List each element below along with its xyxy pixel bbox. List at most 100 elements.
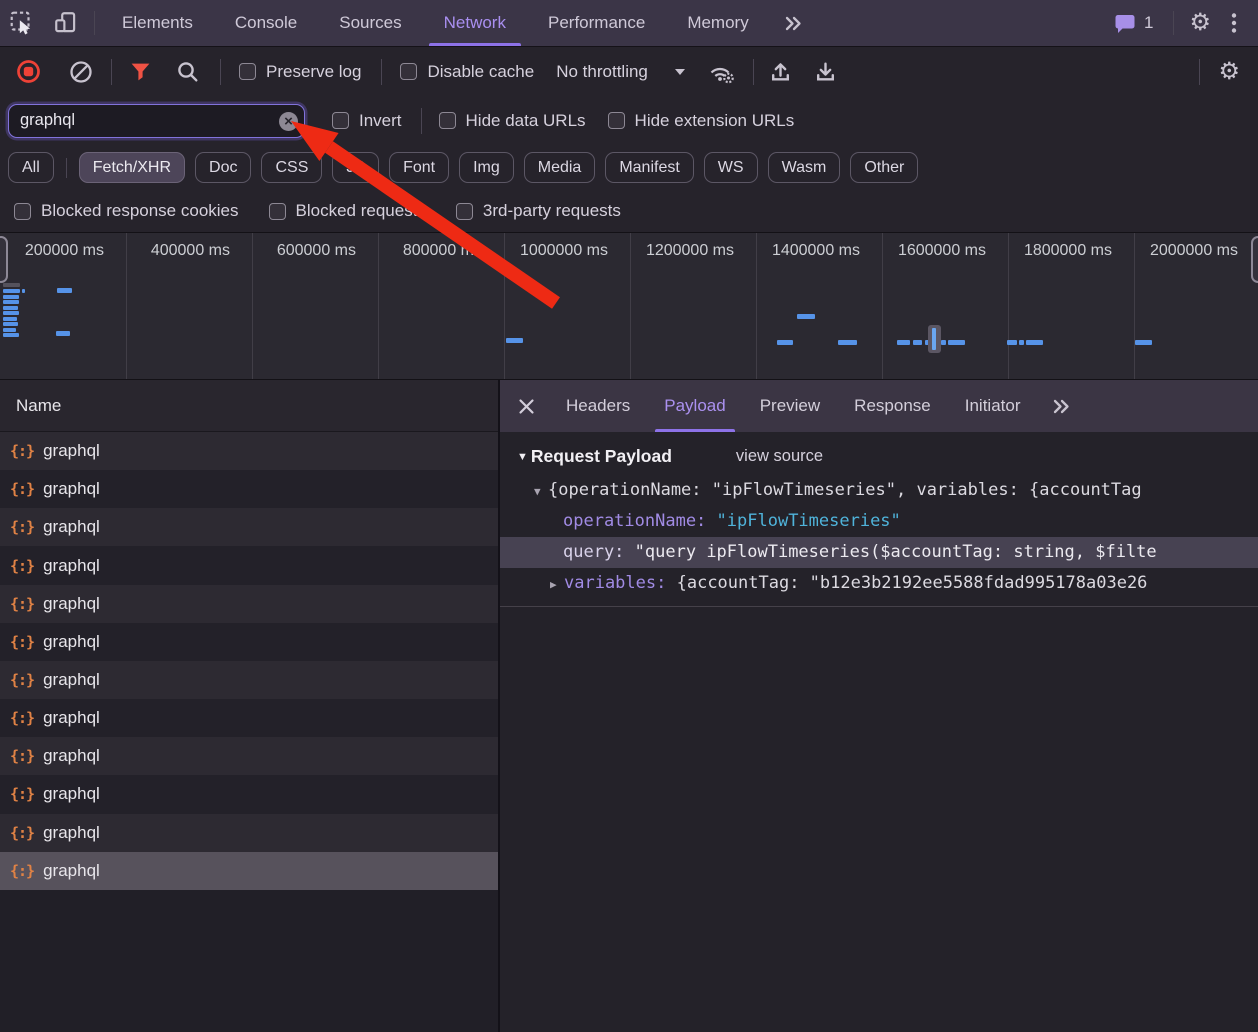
request-rows: {:}graphql {:}graphql {:}graphql {:}grap… <box>0 432 498 890</box>
request-row[interactable]: {:}graphql <box>0 699 498 737</box>
tab-sources[interactable]: Sources <box>318 0 422 46</box>
clear-button[interactable] <box>69 60 93 84</box>
chip-css[interactable]: CSS <box>261 152 322 183</box>
network-settings-button[interactable]: ⚙ <box>1218 60 1240 84</box>
tab-network[interactable]: Network <box>423 0 527 46</box>
request-row-selected[interactable]: {:}graphql <box>0 852 498 890</box>
network-conditions-button[interactable] <box>708 60 735 84</box>
issues-button[interactable]: 1 <box>1113 12 1153 35</box>
request-row[interactable]: {:}graphql <box>0 432 498 470</box>
request-row[interactable]: {:}graphql <box>0 470 498 508</box>
record-button[interactable] <box>16 59 41 84</box>
timeline-activity-bar <box>913 340 922 345</box>
chip-font[interactable]: Font <box>389 152 449 183</box>
chip-other[interactable]: Other <box>850 152 918 183</box>
third-party-requests-toggle[interactable]: 3rd-party requests <box>456 201 621 221</box>
preserve-log-toggle[interactable]: Preserve log <box>239 62 361 82</box>
more-detail-tabs-button[interactable] <box>1037 380 1083 432</box>
inspect-element-button[interactable] <box>0 0 44 46</box>
json-file-icon: {:} <box>10 747 34 765</box>
search-button[interactable] <box>176 60 200 84</box>
timeline-right-handle[interactable] <box>1251 236 1258 283</box>
more-tabs-button[interactable] <box>770 0 814 46</box>
chip-ws[interactable]: WS <box>704 152 758 183</box>
import-har-button[interactable] <box>768 59 793 84</box>
clear-filter-button[interactable]: × <box>279 112 298 131</box>
tab-elements[interactable]: Elements <box>101 0 214 46</box>
filter-toggle-button[interactable] <box>129 60 152 83</box>
hide-extension-urls-toggle[interactable]: Hide extension URLs <box>608 111 795 131</box>
detail-tab-preview[interactable]: Preview <box>743 380 837 432</box>
detail-tab-payload[interactable]: Payload <box>647 380 742 432</box>
record-icon <box>16 59 41 84</box>
invert-toggle[interactable]: Invert <box>332 111 402 131</box>
chip-doc[interactable]: Doc <box>195 152 251 183</box>
property-value: {accountTag: "b12e3b2192ee5588fdad995178… <box>677 573 1148 593</box>
disable-cache-toggle[interactable]: Disable cache <box>400 62 534 82</box>
timeline-activity-bar <box>941 340 946 345</box>
detail-tab-headers[interactable]: Headers <box>549 380 647 432</box>
request-detail-panel: Headers Payload Preview Response Initiat… <box>500 380 1258 1032</box>
payload-section-divider <box>500 606 1258 607</box>
json-file-icon: {:} <box>10 824 34 842</box>
export-har-button[interactable] <box>813 59 838 84</box>
chip-fetch-xhr[interactable]: Fetch/XHR <box>79 152 185 183</box>
chip-media[interactable]: Media <box>524 152 596 183</box>
extra-filters-row: Blocked response cookies Blocked request… <box>0 190 1258 232</box>
timeline-activity-bar <box>506 338 523 343</box>
property-value: "query ipFlowTimeseries($accountTag: str… <box>635 542 1157 562</box>
timeline-activity-bar <box>57 288 72 293</box>
timeline-bars <box>0 233 1258 379</box>
request-row[interactable]: {:}graphql <box>0 546 498 584</box>
blocked-response-cookies-checkbox <box>14 203 31 220</box>
blocked-response-cookies-toggle[interactable]: Blocked response cookies <box>14 201 239 221</box>
filter-input[interactable] <box>8 104 305 138</box>
request-row[interactable]: {:}graphql <box>0 661 498 699</box>
payload-property-line-selected[interactable]: query: "query ipFlowTimeseries($accountT… <box>500 537 1258 568</box>
network-overview-timeline[interactable]: 200000 ms 400000 ms 600000 ms 800000 ms … <box>0 232 1258 380</box>
name-column-header[interactable]: Name <box>0 380 498 432</box>
settings-button[interactable]: ⚙ <box>1180 11 1220 35</box>
timeline-activity-bar <box>3 317 17 321</box>
json-file-icon: {:} <box>10 633 34 651</box>
divider <box>1173 11 1174 35</box>
request-row[interactable]: {:}graphql <box>0 623 498 661</box>
collapse-triangle-icon: ▼ <box>534 476 548 506</box>
payload-property-line[interactable]: operationName: "ipFlowTimeseries" <box>500 506 1258 537</box>
download-icon <box>813 59 838 84</box>
timeline-left-handle[interactable] <box>0 236 8 283</box>
tab-console[interactable]: Console <box>214 0 318 46</box>
hide-data-urls-toggle[interactable]: Hide data URLs <box>439 111 586 131</box>
close-detail-button[interactable] <box>500 380 549 432</box>
chip-img[interactable]: Img <box>459 152 514 183</box>
payload-property-line[interactable]: ▶variables: {accountTag: "b12e3b2192ee55… <box>500 568 1258 599</box>
request-row[interactable]: {:}graphql <box>0 508 498 546</box>
menu-button[interactable] <box>1220 11 1248 35</box>
chip-manifest[interactable]: Manifest <box>605 152 693 183</box>
device-toolbar-button[interactable] <box>44 0 88 46</box>
request-row[interactable]: {:}graphql <box>0 814 498 852</box>
tab-memory[interactable]: Memory <box>666 0 769 46</box>
chip-js[interactable]: JS <box>332 152 379 183</box>
chip-wasm[interactable]: Wasm <box>768 152 841 183</box>
chip-all[interactable]: All <box>8 152 54 183</box>
divider <box>94 11 95 35</box>
blocked-requests-toggle[interactable]: Blocked requests <box>269 201 426 221</box>
request-row[interactable]: {:}graphql <box>0 775 498 813</box>
detail-tab-response[interactable]: Response <box>837 380 948 432</box>
timeline-activity-bar <box>1007 340 1017 345</box>
filter-input-wrap: × <box>8 104 305 138</box>
request-row[interactable]: {:}graphql <box>0 737 498 775</box>
timeline-activity-bar <box>3 295 19 299</box>
throttling-select[interactable]: No throttling <box>556 62 686 82</box>
payload-root-line[interactable]: ▼{operationName: "ipFlowTimeseries", var… <box>500 475 1258 506</box>
payload-section-header[interactable]: ▼ Request Payload view source <box>517 446 1258 467</box>
view-source-link[interactable]: view source <box>736 447 823 466</box>
tab-performance[interactable]: Performance <box>527 0 666 46</box>
request-row[interactable]: {:}graphql <box>0 585 498 623</box>
detail-tab-initiator[interactable]: Initiator <box>948 380 1038 432</box>
timeline-activity-bar <box>1019 340 1024 345</box>
json-file-icon: {:} <box>10 785 34 803</box>
json-file-icon: {:} <box>10 557 34 575</box>
payload-section-title: Request Payload <box>531 446 672 467</box>
